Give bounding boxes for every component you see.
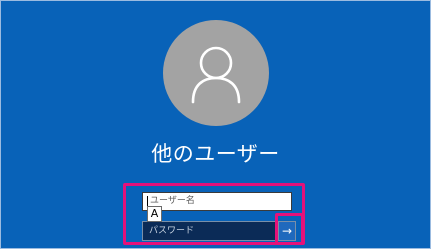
submit-highlight-box — [275, 213, 304, 245]
user-avatar — [163, 20, 269, 126]
account-name: 他のユーザー — [151, 142, 280, 166]
user-silhouette-icon — [191, 46, 241, 104]
